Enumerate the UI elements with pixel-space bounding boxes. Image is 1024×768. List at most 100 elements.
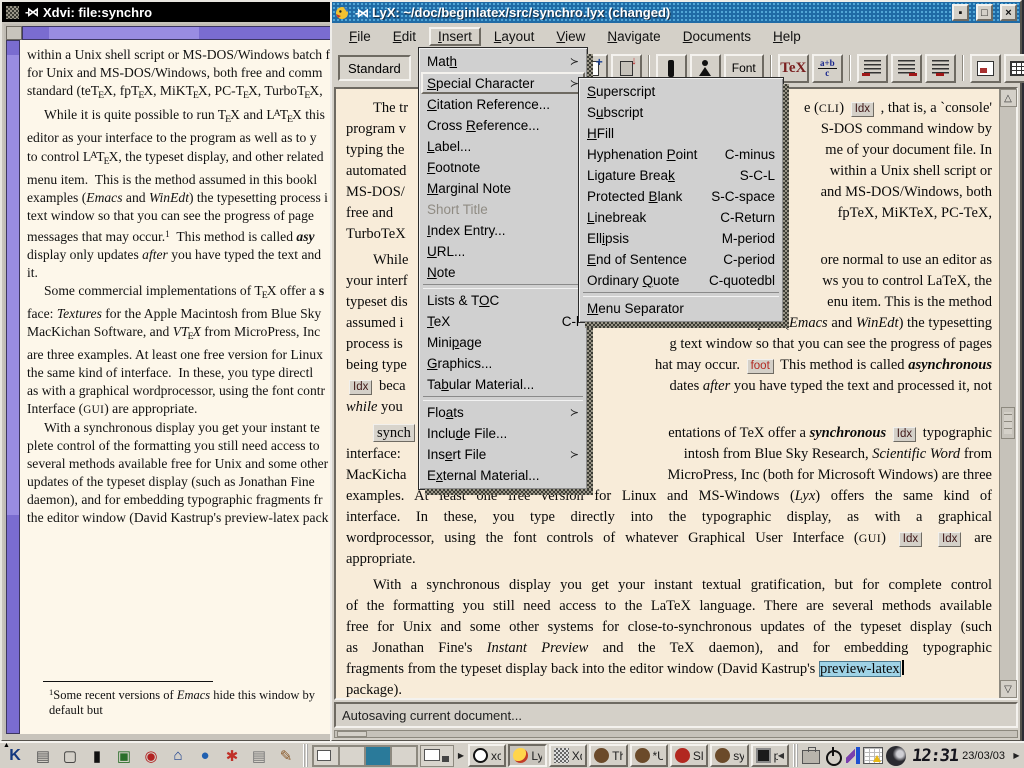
submenu-item[interactable]: Protected Blank S-C-space — [581, 186, 781, 207]
indent-icon[interactable] — [925, 54, 956, 83]
desktop-icon[interactable]: ▢ — [57, 744, 83, 767]
taskbar-task[interactable]: xcloc — [468, 744, 506, 767]
menubar-item[interactable]: Help — [764, 27, 810, 46]
insert-menu-item[interactable]: TeX C-l ≻ — [421, 311, 585, 332]
lyx-titlebar[interactable]: -⋈ LyX: ~/doc/beginlatex/src/synchro.lyx… — [332, 2, 1020, 23]
insert-menu-item[interactable]: External Material... ≻ — [421, 465, 585, 486]
submenu-item[interactable]: HFill — [581, 123, 781, 144]
window-list-icon[interactable]: ▤ — [30, 744, 56, 767]
xdvi-vscroll-thumb[interactable] — [7, 55, 19, 515]
xdvi-hscroll-thumb[interactable] — [49, 27, 199, 39]
home-icon[interactable]: ⌂ — [165, 744, 191, 767]
paragraph-style-selector[interactable]: Standard — [338, 55, 411, 81]
math-fraction-icon[interactable]: a+b c — [812, 54, 843, 83]
documents-icon[interactable]: ▤ — [246, 744, 272, 767]
scroll-up-icon[interactable]: △ — [1000, 89, 1017, 107]
menubar-item[interactable]: Insert — [429, 27, 481, 46]
close-button[interactable]: × — [1000, 4, 1017, 21]
taskbar-task[interactable]: pete ◀ — [751, 744, 789, 767]
insert-menu-item[interactable]: Special Character ≻ — [421, 72, 585, 94]
help-icon[interactable]: ◉ — [138, 744, 164, 767]
submenu-item[interactable]: Hyphenation Point C-minus — [581, 144, 781, 165]
submenu-item[interactable]: Subscript — [581, 102, 781, 123]
scrollbar-thumb[interactable] — [1001, 407, 1015, 439]
insert-menu-item[interactable]: Insert File ≻ — [421, 444, 585, 465]
globe-icon[interactable]: ● — [192, 744, 218, 767]
digital-clock[interactable]: 12:31 — [911, 746, 959, 766]
menubar-item[interactable]: View — [547, 27, 594, 46]
insert-menu-item[interactable]: Tabular Material... ≻ — [421, 374, 585, 395]
insert-menu-item[interactable]: Footnote ≻ — [421, 157, 585, 178]
insert-menu-item[interactable]: ≻ — [423, 284, 583, 289]
insert-menu-item[interactable]: ≻ — [423, 396, 583, 401]
xdvi-vertical-scrollbar[interactable] — [6, 40, 20, 734]
pager-desktop[interactable] — [313, 746, 339, 766]
clock-applet[interactable]: 12:31 23/03/03 — [908, 746, 1009, 766]
klipper-icon[interactable] — [802, 750, 820, 764]
submenu-item[interactable]: Ellipsis M-period — [581, 228, 781, 249]
submenu-item[interactable]: Ordinary Quote C-quotedbl — [581, 270, 781, 291]
submenu-item[interactable] — [583, 292, 779, 297]
maximize-button[interactable]: □ — [976, 4, 993, 21]
insert-menu-item[interactable]: Math ≻ — [421, 51, 585, 72]
taskbar-task[interactable]: sync — [710, 744, 748, 767]
insert-menu-item[interactable]: Graphics... ≻ — [421, 353, 585, 374]
xdvi-titlebar[interactable]: -⋈ Xdvi: file:synchro — [2, 2, 336, 22]
brush-icon[interactable] — [846, 746, 860, 766]
table-icon[interactable] — [1004, 54, 1024, 83]
enumerate-icon[interactable] — [891, 54, 922, 83]
insert-menu-item[interactable]: Lists & TOC ≻ — [421, 290, 585, 311]
submenu-item[interactable]: Linebreak C-Return — [581, 207, 781, 228]
menubar-item[interactable]: Documents — [674, 27, 760, 46]
xdvi-page[interactable]: within a Unix shell script or MS-DOS/Win… — [20, 40, 336, 734]
desktop-pager[interactable] — [312, 745, 418, 767]
power-icon[interactable] — [823, 746, 843, 766]
menubar-item[interactable]: Layout — [485, 27, 544, 46]
depth-icon[interactable] — [857, 54, 888, 83]
minimize-button[interactable]: ▪ — [952, 4, 969, 21]
pin-icon[interactable]: -⋈ — [355, 6, 367, 20]
submenu-item[interactable]: Ligature Break S-C-L — [581, 165, 781, 186]
menubar-item[interactable]: Edit — [384, 27, 425, 46]
taskbar-task[interactable]: Slas — [670, 744, 708, 767]
taskbar-task[interactable]: *Unti — [630, 744, 668, 767]
date-display[interactable]: 23/03/03 — [962, 750, 1005, 762]
scroll-down-icon[interactable]: ▽ — [1000, 680, 1017, 698]
panel-handle[interactable] — [303, 744, 308, 767]
taskbar-task[interactable]: The G — [589, 744, 627, 767]
insert-menu-item[interactable]: URL... ≻ — [421, 241, 585, 262]
insert-menu-item[interactable]: Note ≻ — [421, 262, 585, 283]
submenu-item[interactable]: Superscript — [581, 81, 781, 102]
pager-desktop[interactable] — [339, 746, 365, 766]
insert-menu-item[interactable]: Minipage ≻ — [421, 332, 585, 353]
editor-pen-icon[interactable]: ✎ — [273, 744, 299, 767]
organizer-icon[interactable] — [863, 747, 883, 764]
pin-icon[interactable]: -⋈ — [25, 5, 37, 19]
insert-menu-item[interactable]: Short Title ≻ — [421, 199, 585, 220]
taskbar-task[interactable]: LyX: — [508, 744, 546, 767]
k-menu-icon[interactable]: K — [2, 744, 28, 767]
insert-menu-item[interactable]: Index Entry... ≻ — [421, 220, 585, 241]
vertical-scrollbar[interactable]: △ ▽ — [999, 89, 1016, 698]
submenu-item[interactable]: End of Sentence C-period — [581, 249, 781, 270]
pager-window-preview[interactable] — [420, 745, 454, 767]
horizontal-scrollbar[interactable] — [334, 730, 1018, 738]
insert-menu-item[interactable]: Marginal Note ≻ — [421, 178, 585, 199]
panel-hide-icon[interactable]: ▶ — [1011, 744, 1022, 767]
insert-menu-item[interactable]: Include File... ≻ — [421, 423, 585, 444]
scrollbar-track[interactable] — [1000, 107, 1016, 680]
taskbar-task[interactable]: Xdvi: — [549, 744, 587, 767]
pager-desktop[interactable] — [365, 746, 391, 766]
hscroll-thumb[interactable] — [337, 731, 367, 737]
menubar-item[interactable]: Navigate — [598, 27, 669, 46]
menubar-item[interactable]: File — [340, 27, 380, 46]
moon-phase-icon[interactable] — [886, 746, 906, 766]
pager-desktop[interactable] — [391, 746, 417, 766]
insert-menu-item[interactable]: Label... ≻ — [421, 136, 585, 157]
insert-menu-item[interactable]: Cross Reference... ≻ — [421, 115, 585, 136]
kmail-icon[interactable]: ✱ — [219, 744, 245, 767]
taskbar-scroll-right-icon[interactable]: ▶ — [456, 744, 466, 767]
panel-handle[interactable] — [793, 744, 798, 767]
submenu-item[interactable]: Menu Separator — [581, 298, 781, 319]
xdvi-horizontal-scrollbar[interactable] — [22, 26, 336, 40]
